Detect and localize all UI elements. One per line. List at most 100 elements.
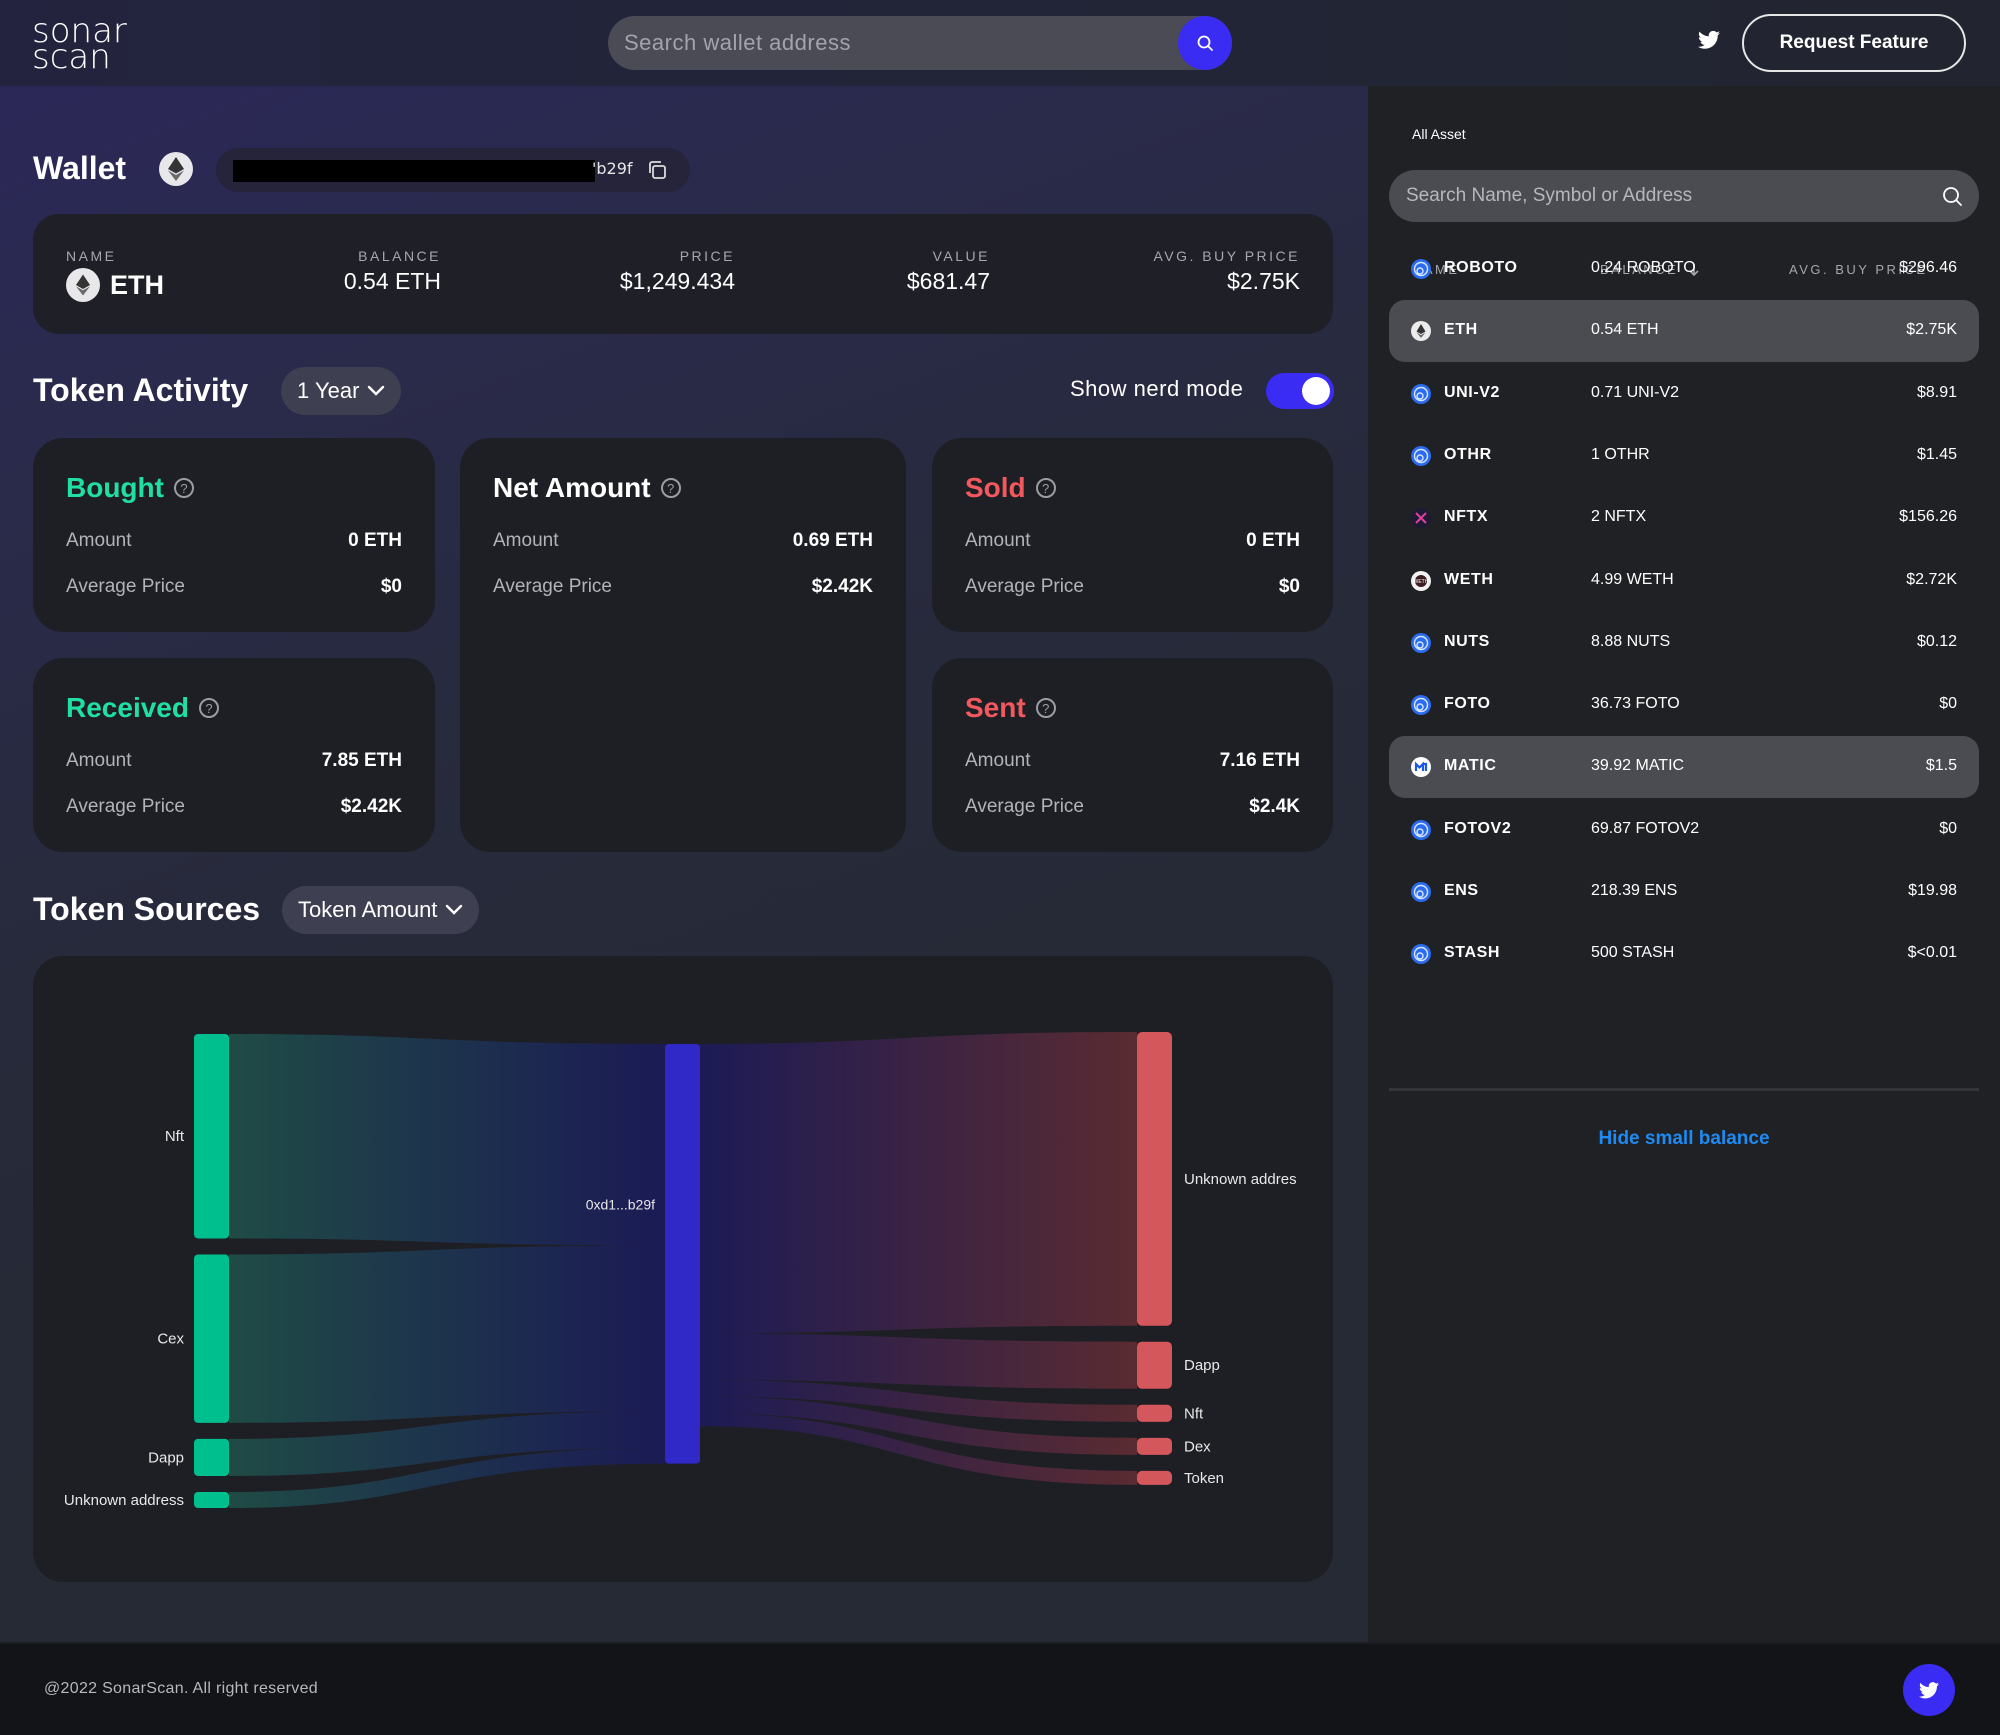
asset-row-nuts[interactable]: NUTS 8.88 NUTS $0.12 xyxy=(1389,612,1979,674)
asset-row-weth[interactable]: WETH WETH 4.99 WETH $2.72K xyxy=(1389,550,1979,612)
copy-icon[interactable] xyxy=(646,159,668,181)
sankey-node-source-cex[interactable] xyxy=(194,1254,229,1423)
asset-row-uni-v2[interactable]: UNI-V2 0.71 UNI-V2 $8.91 xyxy=(1389,363,1979,425)
twitter-icon[interactable] xyxy=(1698,30,1720,50)
wallet-title: Wallet xyxy=(33,150,127,186)
sankey-label-target: Dex xyxy=(1184,1438,1211,1455)
sankey-node-center[interactable] xyxy=(665,1044,700,1464)
asset-avg-buy-price: $19.98 xyxy=(1908,882,1957,899)
asset-name: FOTOV2 xyxy=(1444,819,1512,837)
sankey-node-target-dapp[interactable] xyxy=(1137,1341,1172,1389)
sold-card: Sold? Amount 0 ETH Average Price $0 xyxy=(932,438,1333,632)
footer: @2022 SonarScan. All right reserved xyxy=(0,1642,2000,1735)
wallet-address-pill: 'b29f xyxy=(216,148,690,192)
sankey-node-source-dapp[interactable] xyxy=(194,1438,229,1476)
sankey-node-source-nft[interactable] xyxy=(194,1034,229,1239)
nerd-mode-label: Show nerd mode xyxy=(1070,376,1244,401)
received-card: Received? Amount 7.85 ETH Average Price $2… xyxy=(33,658,435,852)
sankey-node-source-unknown-address[interactable] xyxy=(194,1491,229,1508)
wallet-search xyxy=(608,16,1232,70)
help-icon[interactable]: ? xyxy=(1035,478,1056,498)
sankey-node-target-token[interactable] xyxy=(1137,1470,1172,1485)
generic-token-icon xyxy=(1411,259,1431,279)
twitter-button[interactable] xyxy=(1903,1664,1955,1716)
asset-avg-buy-price: $<0.01 xyxy=(1907,944,1957,962)
metric-dropdown[interactable]: Token Amount xyxy=(282,886,480,934)
help-icon[interactable]: ? xyxy=(198,698,219,718)
search-icon xyxy=(1197,35,1213,51)
asset-balance: 36.73 FOTO xyxy=(1591,695,1680,713)
bought-card: Bought? Amount 0 ETH Average Price $0 xyxy=(33,438,435,632)
all-asset-title: All Asset xyxy=(1412,126,1466,142)
asset-balance: 39.92 MATIC xyxy=(1591,757,1685,775)
asset-row-othr[interactable]: OTHR 1 OTHR $1.45 xyxy=(1389,425,1979,487)
sankey-node-target-dex[interactable] xyxy=(1137,1437,1172,1455)
help-icon[interactable]: ? xyxy=(1035,698,1056,718)
summary-avg-buy-price: AVG. BUY PRICE $2.75K xyxy=(1153,248,1300,294)
generic-token-icon xyxy=(1411,632,1431,653)
sonarscan-logo[interactable]: sonar scan xyxy=(32,14,142,74)
asset-balance: 4.99 WETH xyxy=(1591,570,1674,588)
asset-row-ens[interactable]: ENS 218.39 ENS $19.98 xyxy=(1389,861,1979,923)
asset-name: STASH xyxy=(1444,944,1501,962)
wallet-search-button[interactable] xyxy=(1178,16,1232,70)
asset-balance: 0.71 UNI-V2 xyxy=(1591,383,1680,401)
asset-row-foto[interactable]: FOTO 36.73 FOTO $0 xyxy=(1389,674,1979,736)
matic-icon xyxy=(1411,757,1431,778)
asset-avg-buy-price: $0 xyxy=(1939,695,1957,713)
top-bar: sonar scan Request Feature xyxy=(0,0,2000,86)
summary-balance: BALANCE 0.54 ETH xyxy=(343,248,441,294)
help-icon[interactable]: ? xyxy=(660,478,681,498)
sankey-label-target: Nft xyxy=(1184,1405,1204,1422)
asset-row-roboto[interactable]: ROBOTO 0.24 ROBOTO $296.46 xyxy=(1389,238,1979,300)
toggle-knob xyxy=(1302,377,1330,405)
sankey-node-target-unknown-address[interactable] xyxy=(1137,1032,1172,1326)
token-activity-title: Token Activity xyxy=(33,372,249,408)
sankey-label-source: Cex xyxy=(157,1331,184,1348)
asset-balance: 8.88 NUTS xyxy=(1591,632,1671,650)
net-amount-card: Net Amount? Amount 0.69 ETH Average Price… xyxy=(460,438,906,852)
nerd-mode-toggle[interactable] xyxy=(1266,373,1334,409)
generic-token-icon xyxy=(1411,882,1431,902)
token-sources-title: Token Sources xyxy=(33,891,261,927)
search-icon[interactable] xyxy=(1941,185,1963,207)
asset-avg-buy-price: $8.91 xyxy=(1916,383,1957,401)
sankey-link-target-unknown-address xyxy=(700,1032,1137,1334)
token-summary: NAME ETH BALANCE 0.54 ETH PRICE $1,249.4… xyxy=(33,214,1333,334)
sankey-link-target-dapp xyxy=(700,1333,1137,1389)
asset-avg-buy-price: $0.12 xyxy=(1916,632,1957,650)
weth-icon: WETH xyxy=(1411,570,1431,591)
help-icon[interactable]: ? xyxy=(173,478,194,498)
asset-row-nftx[interactable]: NFTX 2 NFTX $156.26 xyxy=(1389,487,1979,549)
divider xyxy=(1389,1088,1979,1091)
asset-avg-buy-price: $0 xyxy=(1939,819,1957,837)
request-feature-button[interactable]: Request Feature xyxy=(1742,14,1966,72)
hide-small-balance-link[interactable]: Hide small balance xyxy=(1368,1128,2000,1150)
asset-balance: 69.87 FOTOV2 xyxy=(1591,819,1700,837)
eth-icon xyxy=(66,268,100,302)
asset-name: ENS xyxy=(1444,882,1479,899)
summary-value: VALUE $681.47 xyxy=(906,248,990,294)
sankey-label-center: 0xd1...b29f xyxy=(586,1197,655,1213)
period-dropdown[interactable]: 1 Year xyxy=(281,367,402,415)
asset-row-stash[interactable]: STASH 500 STASH $<0.01 xyxy=(1389,923,1979,985)
twitter-icon xyxy=(1919,1681,1939,1698)
redacted-address xyxy=(233,160,595,182)
generic-token-icon xyxy=(1411,819,1431,840)
asset-row-matic[interactable]: MATIC 39.92 MATIC $1.5 xyxy=(1389,736,1979,799)
token-sources-chart: Nft Cex Dapp Unknown address Unknown addres D… xyxy=(33,956,1333,1582)
generic-token-icon xyxy=(1411,445,1431,466)
asset-name: ROBOTO xyxy=(1444,259,1518,276)
asset-row-fotov2[interactable]: FOTOV2 69.87 FOTOV2 $0 xyxy=(1389,799,1979,861)
wallet-search-input[interactable] xyxy=(624,16,1164,70)
asset-name: NFTX xyxy=(1444,508,1489,526)
sankey-label-target: Unknown addres xyxy=(1184,1171,1297,1188)
asset-search-input[interactable] xyxy=(1406,170,1926,222)
asset-row-eth[interactable]: ETH 0.54 ETH $2.75K xyxy=(1389,300,1979,363)
asset-name: OTHR xyxy=(1444,445,1492,463)
sankey-node-target-nft[interactable] xyxy=(1137,1404,1172,1422)
asset-avg-buy-price: $296.46 xyxy=(1899,259,1957,276)
sankey-link-source-nft xyxy=(229,1034,665,1246)
asset-balance: 500 STASH xyxy=(1591,944,1675,962)
asset-avg-buy-price: $1.5 xyxy=(1925,757,1957,775)
